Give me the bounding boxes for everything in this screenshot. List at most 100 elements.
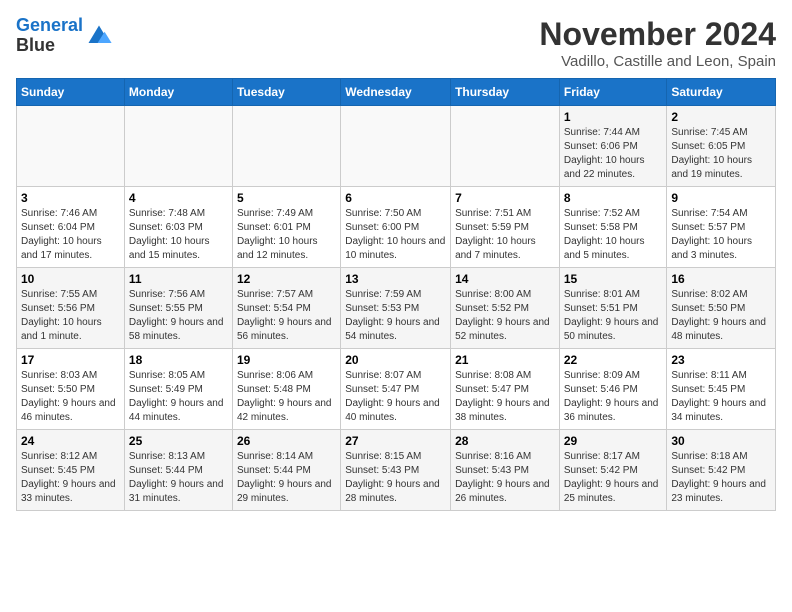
calendar-cell: 25Sunrise: 8:13 AM Sunset: 5:44 PM Dayli…	[124, 430, 232, 511]
day-info: Sunrise: 8:03 AM Sunset: 5:50 PM Dayligh…	[21, 369, 120, 425]
day-info: Sunrise: 7:56 AM Sunset: 5:55 PM Dayligh…	[129, 288, 228, 344]
calendar-cell: 26 Sunrise: 8:14 AM Sunset: 5:44 PM Dayli…	[232, 430, 340, 511]
day-number: 7	[455, 191, 555, 205]
day-info: Sunrise: 8:00 AM Sunset: 5:52 PM Dayligh…	[455, 288, 555, 344]
calendar-week-row: 17 Sunrise: 8:03 AM Sunset: 5:50 PM Dayli…	[17, 349, 776, 430]
calendar-cell	[17, 106, 125, 187]
calendar-cell	[124, 106, 232, 187]
day-info: Sunrise: 7:50 AM Sunset: 6:00 PM Dayligh…	[345, 207, 446, 263]
day-number: 19	[237, 353, 336, 367]
calendar-cell: 27 Sunrise: 8:15 AM Sunset: 5:43 PM Dayli…	[341, 430, 451, 511]
calendar-cell: 14 Sunrise: 8:00 AM Sunset: 5:52 PM Dayli…	[451, 268, 560, 349]
calendar-cell: 9 Sunrise: 7:54 AM Sunset: 5:57 PM Daylig…	[667, 187, 776, 268]
day-number: 25	[129, 434, 228, 448]
day-number: 17	[21, 353, 120, 367]
calendar-week-row: 10Sunrise: 7:55 AM Sunset: 5:56 PM Dayli…	[17, 268, 776, 349]
weekday-header-row: SundayMondayTuesdayWednesdayThursdayFrid…	[17, 79, 776, 106]
calendar-week-row: 1Sunrise: 7:44 AM Sunset: 6:06 PM Daylig…	[17, 106, 776, 187]
day-info: Sunrise: 8:08 AM Sunset: 5:47 PM Dayligh…	[455, 369, 555, 425]
calendar-cell: 17 Sunrise: 8:03 AM Sunset: 5:50 PM Dayli…	[17, 349, 125, 430]
calendar-cell: 7 Sunrise: 7:51 AM Sunset: 5:59 PM Daylig…	[451, 187, 560, 268]
day-number: 27	[345, 434, 446, 448]
weekday-header-saturday: Saturday	[667, 79, 776, 106]
calendar-cell: 28 Sunrise: 8:16 AM Sunset: 5:43 PM Dayli…	[451, 430, 560, 511]
day-info: Sunrise: 8:15 AM Sunset: 5:43 PM Dayligh…	[345, 450, 446, 506]
day-info: Sunrise: 7:48 AM Sunset: 6:03 PM Dayligh…	[129, 207, 228, 263]
day-info: Sunrise: 7:51 AM Sunset: 5:59 PM Dayligh…	[455, 207, 555, 263]
calendar-cell: 10Sunrise: 7:55 AM Sunset: 5:56 PM Dayli…	[17, 268, 125, 349]
weekday-header-tuesday: Tuesday	[232, 79, 340, 106]
calendar-cell: 12 Sunrise: 7:57 AM Sunset: 5:54 PM Dayli…	[232, 268, 340, 349]
calendar-cell: 21 Sunrise: 8:08 AM Sunset: 5:47 PM Dayli…	[451, 349, 560, 430]
day-number: 11	[129, 272, 228, 286]
day-info: Sunrise: 7:54 AM Sunset: 5:57 PM Dayligh…	[671, 207, 771, 263]
calendar-cell: 3 Sunrise: 7:46 AM Sunset: 6:04 PM Daylig…	[17, 187, 125, 268]
header: GeneralBlue November 2024 Vadillo, Casti…	[16, 16, 776, 70]
day-number: 28	[455, 434, 555, 448]
day-info: Sunrise: 7:46 AM Sunset: 6:04 PM Dayligh…	[21, 207, 120, 263]
calendar-cell: 18 Sunrise: 8:05 AM Sunset: 5:49 PM Dayli…	[124, 349, 232, 430]
calendar-cell	[451, 106, 560, 187]
calendar-week-row: 3 Sunrise: 7:46 AM Sunset: 6:04 PM Daylig…	[17, 187, 776, 268]
logo: GeneralBlue	[16, 16, 113, 56]
day-number: 3	[21, 191, 120, 205]
calendar-cell: 11 Sunrise: 7:56 AM Sunset: 5:55 PM Dayli…	[124, 268, 232, 349]
day-number: 26	[237, 434, 336, 448]
day-info: Sunrise: 8:12 AM Sunset: 5:45 PM Dayligh…	[21, 450, 120, 506]
title-area: November 2024 Vadillo, Castille and Leon…	[539, 16, 776, 70]
day-number: 18	[129, 353, 228, 367]
day-info: Sunrise: 8:11 AM Sunset: 5:45 PM Dayligh…	[671, 369, 771, 425]
day-info: Sunrise: 8:09 AM Sunset: 5:46 PM Dayligh…	[564, 369, 663, 425]
day-number: 21	[455, 353, 555, 367]
calendar-cell: 29 Sunrise: 8:17 AM Sunset: 5:42 PM Dayli…	[559, 430, 667, 511]
calendar-cell: 15 Sunrise: 8:01 AM Sunset: 5:51 PM Dayli…	[559, 268, 667, 349]
day-number: 8	[564, 191, 663, 205]
calendar-cell: 20Sunrise: 8:07 AM Sunset: 5:47 PM Dayli…	[341, 349, 451, 430]
calendar-cell	[341, 106, 451, 187]
day-number: 2	[671, 110, 771, 124]
day-number: 12	[237, 272, 336, 286]
day-number: 24	[21, 434, 120, 448]
day-number: 4	[129, 191, 228, 205]
day-number: 1	[564, 110, 663, 124]
calendar-cell: 30Sunrise: 8:18 AM Sunset: 5:42 PM Dayli…	[667, 430, 776, 511]
logo-icon	[85, 22, 113, 50]
day-number: 23	[671, 353, 771, 367]
day-number: 29	[564, 434, 663, 448]
weekday-header-monday: Monday	[124, 79, 232, 106]
calendar-cell	[232, 106, 340, 187]
day-number: 15	[564, 272, 663, 286]
location: Vadillo, Castille and Leon, Spain	[539, 53, 776, 70]
calendar-cell: 5 Sunrise: 7:49 AM Sunset: 6:01 PM Daylig…	[232, 187, 340, 268]
logo-text: GeneralBlue	[16, 16, 83, 56]
day-info: Sunrise: 8:18 AM Sunset: 5:42 PM Dayligh…	[671, 450, 771, 506]
day-info: Sunrise: 7:45 AM Sunset: 6:05 PM Dayligh…	[671, 126, 771, 182]
day-info: Sunrise: 8:06 AM Sunset: 5:48 PM Dayligh…	[237, 369, 336, 425]
day-number: 9	[671, 191, 771, 205]
day-info: Sunrise: 8:01 AM Sunset: 5:51 PM Dayligh…	[564, 288, 663, 344]
weekday-header-thursday: Thursday	[451, 79, 560, 106]
day-info: Sunrise: 8:14 AM Sunset: 5:44 PM Dayligh…	[237, 450, 336, 506]
calendar-cell: 19 Sunrise: 8:06 AM Sunset: 5:48 PM Dayli…	[232, 349, 340, 430]
calendar-cell: 24 Sunrise: 8:12 AM Sunset: 5:45 PM Dayli…	[17, 430, 125, 511]
day-info: Sunrise: 8:16 AM Sunset: 5:43 PM Dayligh…	[455, 450, 555, 506]
day-info: Sunrise: 8:17 AM Sunset: 5:42 PM Dayligh…	[564, 450, 663, 506]
day-number: 5	[237, 191, 336, 205]
calendar-cell: 4 Sunrise: 7:48 AM Sunset: 6:03 PM Daylig…	[124, 187, 232, 268]
day-number: 14	[455, 272, 555, 286]
day-info: Sunrise: 8:02 AM Sunset: 5:50 PM Dayligh…	[671, 288, 771, 344]
day-info: Sunrise: 7:49 AM Sunset: 6:01 PM Dayligh…	[237, 207, 336, 263]
day-info: Sunrise: 7:59 AM Sunset: 5:53 PM Dayligh…	[345, 288, 446, 344]
day-info: Sunrise: 7:55 AM Sunset: 5:56 PM Dayligh…	[21, 288, 120, 344]
day-number: 20	[345, 353, 446, 367]
day-info: Sunrise: 7:52 AM Sunset: 5:58 PM Dayligh…	[564, 207, 663, 263]
month-title: November 2024	[539, 16, 776, 53]
day-info: Sunrise: 7:57 AM Sunset: 5:54 PM Dayligh…	[237, 288, 336, 344]
calendar-table: SundayMondayTuesdayWednesdayThursdayFrid…	[16, 78, 776, 511]
calendar-header: SundayMondayTuesdayWednesdayThursdayFrid…	[17, 79, 776, 106]
calendar-cell: 13 Sunrise: 7:59 AM Sunset: 5:53 PM Dayli…	[341, 268, 451, 349]
day-info: Sunrise: 8:05 AM Sunset: 5:49 PM Dayligh…	[129, 369, 228, 425]
calendar-cell: 6Sunrise: 7:50 AM Sunset: 6:00 PM Daylig…	[341, 187, 451, 268]
day-number: 13	[345, 272, 446, 286]
weekday-header-wednesday: Wednesday	[341, 79, 451, 106]
